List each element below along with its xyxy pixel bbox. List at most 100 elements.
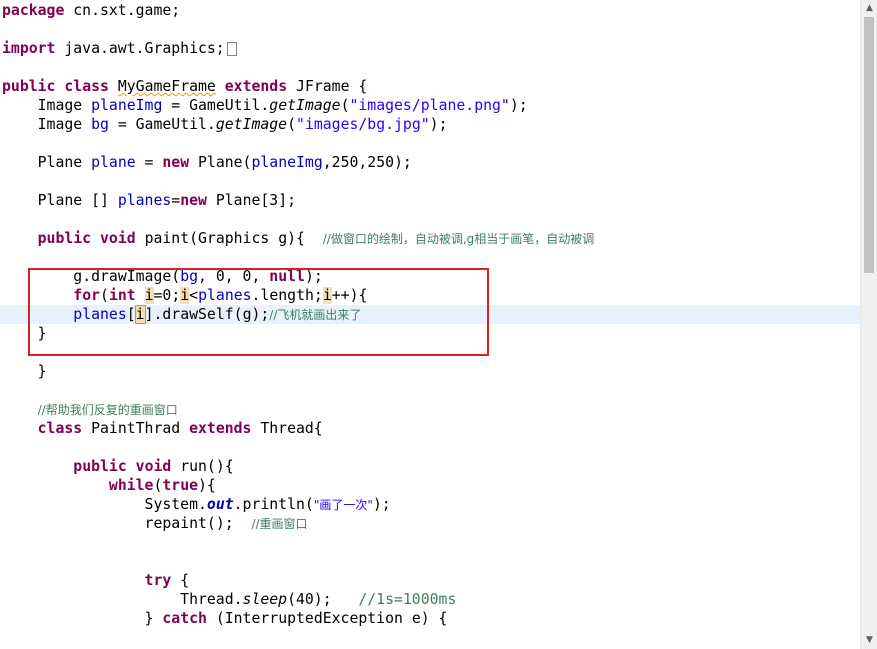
code-line-brace[interactable]: } xyxy=(0,362,860,381)
code-text: paint(Graphics g){ xyxy=(135,230,323,247)
keyword: new xyxy=(162,154,190,171)
code-line-println[interactable]: System.out.println("画了一次"); xyxy=(0,495,860,514)
variable-occurrence: i xyxy=(180,287,190,304)
static-method: sleep xyxy=(242,591,288,608)
code-text: ].drawSelf(g); xyxy=(144,306,270,323)
code-text: (InterruptedException e) { xyxy=(206,610,448,627)
keyword: class xyxy=(37,420,83,437)
string-literal: "images/plane.png" xyxy=(349,97,510,114)
code-text: ){ xyxy=(198,477,216,494)
code-text: = xyxy=(135,154,163,171)
keyword: public xyxy=(2,78,56,95)
keyword: for xyxy=(73,287,101,304)
code-text: run(){ xyxy=(171,458,234,475)
code-line-planeimg[interactable]: Image planeImg = GameUtil.getImage("imag… xyxy=(0,96,860,115)
keyword: public xyxy=(73,458,127,475)
field-name: planes xyxy=(117,192,172,209)
string-literal: "画了一次" xyxy=(313,498,373,512)
scrollbar-thumb[interactable] xyxy=(864,17,874,273)
code-text: (40); xyxy=(287,591,359,608)
variable-occurrence: i xyxy=(144,287,154,304)
scroll-up-icon[interactable]: ▲ xyxy=(861,0,877,17)
code-line-brace[interactable]: } xyxy=(0,324,860,343)
code-text: Plane xyxy=(37,154,92,171)
variable-occurrence: i xyxy=(322,287,332,304)
field-name: bg xyxy=(91,116,109,133)
code-text: Image xyxy=(37,116,92,133)
text-cursor-variable: i xyxy=(134,305,146,324)
code-text: ); xyxy=(304,268,323,285)
code-text: ++){ xyxy=(331,287,368,304)
code-line-inner-class[interactable]: class PaintThrad extends Thread{ xyxy=(0,419,860,438)
field-name: plane xyxy=(91,154,136,171)
code-text: < xyxy=(189,287,199,304)
code-line-try[interactable]: try { xyxy=(0,571,860,590)
keyword: public xyxy=(37,230,92,247)
static-method: getImage xyxy=(269,97,341,114)
keyword: int xyxy=(108,287,136,304)
keyword: try xyxy=(144,572,172,589)
static-field: out xyxy=(206,496,234,513)
keyword: while xyxy=(108,477,154,494)
code-text: .length; xyxy=(251,287,323,304)
code-line-repaint[interactable]: repaint(); //重画窗口 xyxy=(0,514,860,533)
code-line-catch[interactable]: } catch (InterruptedException e) { xyxy=(0,609,860,628)
code-line-planes-array[interactable]: Plane [] planes=new Plane[3]; xyxy=(0,191,860,210)
code-text: .println( xyxy=(233,496,314,513)
code-text: g.drawImage( xyxy=(73,268,181,285)
keyword: void xyxy=(100,230,136,247)
class-name: MyGameFrame xyxy=(117,78,216,95)
code-line-drawself-current[interactable]: planes[i].drawSelf(g);//飞机就画出来了 xyxy=(0,305,860,324)
code-text: } xyxy=(144,610,163,627)
code-line-import[interactable]: import java.awt.Graphics; xyxy=(0,39,860,58)
field-name: planeImg xyxy=(91,97,163,114)
code-text: Thread. xyxy=(180,591,243,608)
keyword: true xyxy=(162,477,199,494)
field-name: planeImg xyxy=(251,154,323,171)
code-text: cn.sxt.game; xyxy=(64,2,181,19)
code-text: Image xyxy=(37,97,92,114)
code-line-paint-method[interactable]: public void paint(Graphics g){ //做窗口的绘制，… xyxy=(0,229,860,248)
code-line-sleep[interactable]: Thread.sleep(40); //1s=1000ms xyxy=(0,590,860,609)
code-editor[interactable]: package cn.sxt.game; import java.awt.Gra… xyxy=(0,0,877,649)
code-line-for-loop[interactable]: for(int i=0;i<planes.length;i++){ xyxy=(0,286,860,305)
vertical-scrollbar[interactable]: ▲ ▼ xyxy=(860,0,877,649)
code-text: } xyxy=(37,325,47,342)
field-name: planes xyxy=(73,306,127,323)
code-text: PaintThrad xyxy=(82,420,190,437)
code-text: } xyxy=(37,363,47,380)
field-name: bg xyxy=(180,268,199,285)
code-line-run-method[interactable]: public void run(){ xyxy=(0,457,860,476)
string-literal: "images/bg.jpg" xyxy=(296,116,430,133)
scroll-down-icon[interactable]: ▼ xyxy=(861,632,877,649)
code-comment: //帮助我们反复的重画窗口 xyxy=(37,403,178,417)
code-line-class-decl[interactable]: public class MyGameFrame extends JFrame … xyxy=(0,77,860,96)
code-line-bg[interactable]: Image bg = GameUtil.getImage("images/bg.… xyxy=(0,115,860,134)
keyword: import xyxy=(2,40,56,57)
code-text: = GameUtil. xyxy=(108,116,216,133)
code-line-drawimage[interactable]: g.drawImage(bg, 0, 0, null); xyxy=(0,267,860,286)
static-method: getImage xyxy=(215,116,288,133)
code-line-plane[interactable]: Plane plane = new Plane(planeImg,250,250… xyxy=(0,153,860,172)
code-text: = xyxy=(171,192,181,209)
field-name: planes xyxy=(198,287,252,304)
code-text: { xyxy=(171,572,190,589)
folded-code-icon[interactable] xyxy=(226,42,237,56)
code-text: repaint(); xyxy=(144,515,252,532)
code-text-area[interactable]: package cn.sxt.game; import java.awt.Gra… xyxy=(0,0,860,649)
code-comment: //1s=1000ms xyxy=(358,591,457,608)
code-line-while[interactable]: while(true){ xyxy=(0,476,860,495)
code-text: Plane( xyxy=(189,154,252,171)
code-text: ); xyxy=(429,116,448,133)
code-line-package[interactable]: package cn.sxt.game; xyxy=(0,1,860,20)
code-text: ( xyxy=(287,116,297,133)
keyword: void xyxy=(135,458,172,475)
keyword: extends xyxy=(189,420,252,437)
code-comment: //重画窗口 xyxy=(251,517,308,531)
code-text: ); xyxy=(372,496,391,513)
code-text: ,250,250); xyxy=(322,154,412,171)
code-text: Plane [] xyxy=(37,192,118,209)
code-text: = GameUtil. xyxy=(162,97,270,114)
code-line-comment[interactable]: //帮助我们反复的重画窗口 xyxy=(0,400,860,419)
